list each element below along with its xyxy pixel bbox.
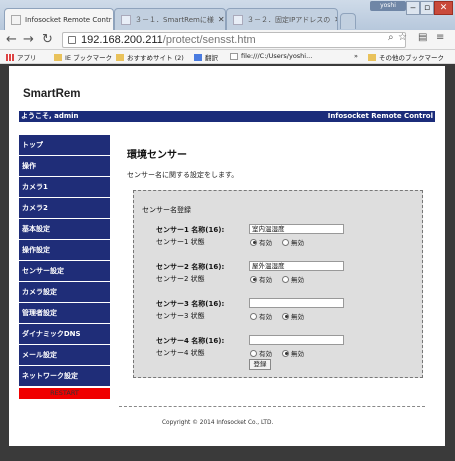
minimize-button[interactable]: ‒ [406,1,420,15]
welcome-text: ようこそ, admin [21,112,79,120]
product-name: Infosocket Remote Control [327,112,433,120]
form-title: センサー名登録 [142,206,191,214]
tab-label: ３－２．固定IPアドレスの [247,15,331,24]
new-tab-button[interactable] [340,13,356,29]
footer-divider [119,406,425,407]
sensor1-enabled-radio[interactable]: 有効 [250,237,272,247]
close-tab-icon[interactable]: ✕ [330,15,337,24]
register-button[interactable]: 登録 [249,359,271,370]
sensor3-enabled-radio[interactable]: 有効 [250,311,272,321]
bookmark-ie[interactable]: IE ブックマーク [54,52,112,62]
sensor2-enabled-radio[interactable]: 有効 [250,274,272,284]
sensor4-state-radios: 有効 無効 [250,348,314,358]
sensor1-name-label: センサー1 名称(16): [156,226,225,234]
sensor1-state-radios: 有効 無効 [250,237,314,247]
star-icon[interactable]: ☆ [398,32,407,43]
bookmark-recommended[interactable]: おすすめサイト (2) [116,52,184,62]
address-host: 192.168.200.211 [81,34,163,46]
sensor2-name-input[interactable]: 屋外温湿度 [249,261,344,271]
sidebar-item-operation[interactable]: 操作 [19,156,110,177]
bookmarks-bar: アプリ IE ブックマーク おすすめサイト (2) 翻訳 file:///C:/… [0,50,455,64]
extension-icon[interactable]: ▤ [418,32,427,43]
restart-button[interactable]: RESTART [19,388,110,399]
sensor1-state-label: センサー1 状態 [156,238,205,246]
forward-button[interactable]: → [23,32,34,48]
page-description: センサー名に関する設定をします。 [127,171,239,179]
menu-icon[interactable]: ≡ [436,32,444,43]
tab-infosocket[interactable]: Infosocket Remote Contr ✕ [4,8,114,30]
sensor2-disabled-radio[interactable]: 無効 [282,274,304,284]
sensor4-name-label: センサー4 名称(16): [156,337,225,345]
sensor2-name-label: センサー2 名称(16): [156,263,225,271]
bookmark-file[interactable]: file:///C:/Users/yoshi... [230,52,312,60]
back-button[interactable]: ← [6,32,17,48]
tab-label: ３－１．SmartRemに様 [135,15,214,24]
sidebar-item-camera-settings[interactable]: カメラ設定 [19,282,110,303]
bookmark-other[interactable]: その他のブックマーク [368,52,444,62]
maximize-button[interactable]: ▫ [420,1,434,15]
tab-fixed-ip[interactable]: ３－２．固定IPアドレスの ✕ [226,8,338,30]
sensor2-state-label: センサー2 状態 [156,275,205,283]
sidebar-item-basic-settings[interactable]: 基本設定 [19,219,110,240]
close-tab-icon[interactable]: ✕ [112,15,113,24]
sensor-name-form: センサー名登録 センサー1 名称(16): 室内温湿度 センサー1 状態 有効 … [133,190,423,378]
sidebar-item-network-settings[interactable]: ネットワーク設定 [19,366,110,387]
search-icon[interactable]: ⌕ [388,32,394,43]
folder-icon [368,53,376,61]
folder-icon [54,53,62,61]
page-favicon-icon [121,14,131,25]
sensor1-name-input[interactable]: 室内温湿度 [249,224,344,234]
sensor4-state-label: センサー4 状態 [156,349,205,357]
sidebar-item-operation-settings[interactable]: 操作設定 [19,240,110,261]
sensor4-name-input[interactable] [249,335,344,345]
sensor1-disabled-radio[interactable]: 無効 [282,237,304,247]
sidebar-item-admin-settings[interactable]: 管理者設定 [19,303,110,324]
bookmark-overflow[interactable]: » [354,52,358,60]
tab-smartrem[interactable]: ３－１．SmartRemに様 ✕ [114,8,226,30]
sensor3-state-label: センサー3 状態 [156,312,205,320]
sensor2-state-radios: 有効 無効 [250,274,314,284]
page-favicon-icon [11,14,21,25]
sensor3-name-label: センサー3 名称(16): [156,300,225,308]
sensor4-disabled-radio[interactable]: 無効 [282,348,304,358]
sidebar-item-top[interactable]: トップ [19,135,110,156]
web-page: SmartRem ようこそ, admin Infosocket Remote C… [9,66,445,446]
browser-titlebar: Infosocket Remote Contr ✕ ３－１．SmartRemに様… [0,0,455,30]
reload-button[interactable]: ↻ [42,32,53,48]
address-path: /protect/sensst.htm [162,34,256,46]
sidebar-item-mail-settings[interactable]: メール設定 [19,345,110,366]
sensor3-disabled-radio[interactable]: 無効 [282,311,304,321]
tab-label: Infosocket Remote Contr [25,15,112,24]
file-icon [230,52,238,60]
header-bar: ようこそ, admin Infosocket Remote Control [19,111,435,122]
sensor4-enabled-radio[interactable]: 有効 [250,348,272,358]
sensor3-state-radios: 有効 無効 [250,311,314,321]
copyright-text: Copyright © 2014 Infosocket Co., LTD. [162,420,274,426]
bookmark-translate[interactable]: 翻訳 [194,52,218,62]
sidebar-item-camera2[interactable]: カメラ2 [19,198,110,219]
bookmark-apps[interactable]: アプリ [6,52,37,62]
sensor3-name-input[interactable] [249,298,344,308]
sidebar-item-sensor-settings[interactable]: センサー設定 [19,261,110,282]
page-title: 環境センサー [127,150,187,161]
translate-icon [194,53,202,61]
user-badge[interactable]: yoshi [370,1,406,11]
site-logo: SmartRem [23,88,81,100]
sidebar-item-camera1[interactable]: カメラ1 [19,177,110,198]
sidebar-menu: トップ 操作 カメラ1 カメラ2 基本設定 操作設定 センサー設定 カメラ設定 … [19,135,110,399]
folder-icon [116,53,124,61]
close-window-button[interactable]: ✕ [434,1,453,15]
apps-grid-icon [6,53,14,61]
browser-toolbar: ← → ↻ 192.168.200.211/protect/sensst.htm… [0,30,455,50]
address-bar[interactable]: 192.168.200.211/protect/sensst.htm [62,32,406,48]
page-favicon-icon [233,14,243,25]
close-tab-icon[interactable]: ✕ [214,15,225,24]
page-info-icon[interactable] [68,36,76,44]
sidebar-item-dynamic-dns[interactable]: ダイナミックDNS [19,324,110,345]
